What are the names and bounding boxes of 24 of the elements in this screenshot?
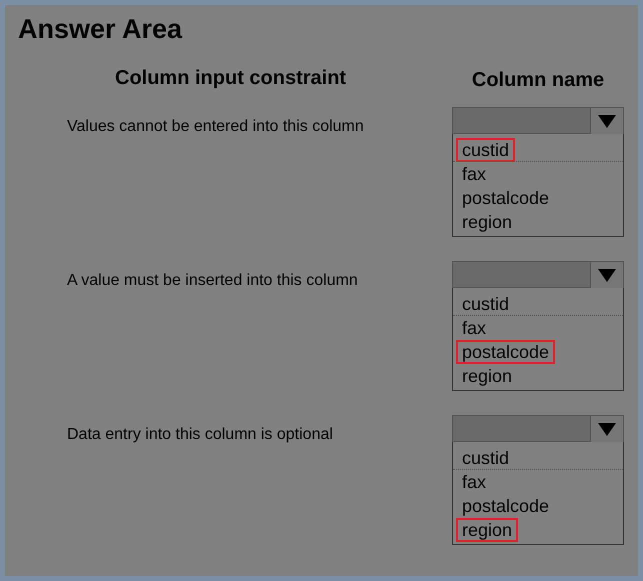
dropdown[interactable] xyxy=(452,107,624,134)
dropdown-option[interactable]: postalcode xyxy=(456,186,556,210)
dropdown[interactable] xyxy=(452,415,624,442)
column-header: Column input constraint xyxy=(114,66,348,91)
dropdown-option[interactable]: postalcode xyxy=(456,340,556,364)
column-header: Column name xyxy=(470,68,606,93)
dropdown-option[interactable]: postalcode xyxy=(456,494,556,518)
dropdown-option[interactable]: region xyxy=(456,210,518,234)
constraint-text: A value must be inserted into this column xyxy=(66,271,359,291)
dropdown-option[interactable]: fax xyxy=(456,162,492,186)
answer-area-title: Answer Area xyxy=(18,13,184,45)
dropdown-option[interactable]: custid xyxy=(456,138,516,162)
dropdown[interactable] xyxy=(452,261,624,288)
dropdown-option[interactable]: region xyxy=(456,518,518,542)
caret-icon xyxy=(590,108,623,134)
dropdown-option[interactable]: region xyxy=(456,364,518,388)
constraint-text: Values cannot be entered into this column xyxy=(66,117,365,137)
dropdown-option[interactable]: custid xyxy=(456,292,516,316)
dropdown-option[interactable]: fax xyxy=(456,316,492,340)
caret-icon xyxy=(590,262,623,288)
dropdown-option[interactable]: fax xyxy=(456,470,492,494)
constraint-text: Data entry into this column is optional xyxy=(66,425,334,445)
caret-icon xyxy=(590,416,623,442)
dropdown-option[interactable]: custid xyxy=(456,446,516,470)
